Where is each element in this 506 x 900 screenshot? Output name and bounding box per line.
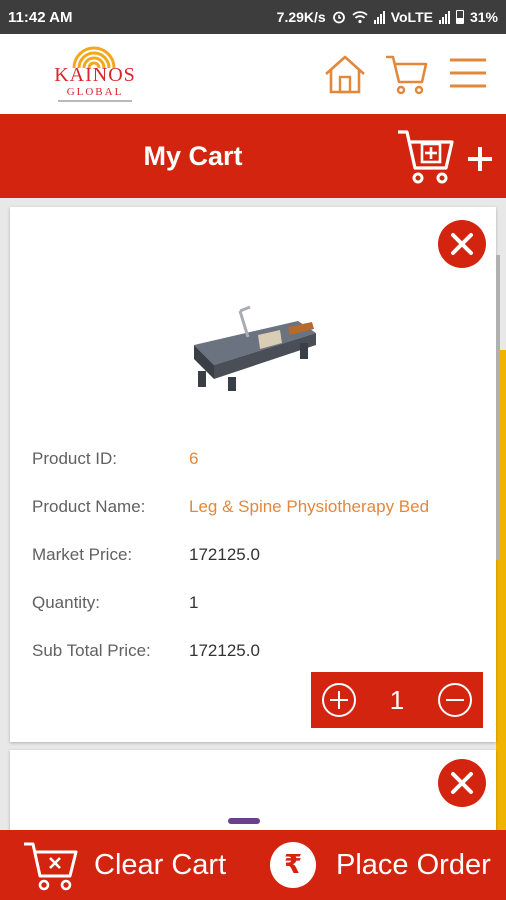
detail-row-product-name: Product Name: Leg & Spine Physiotherapy … <box>32 495 492 543</box>
product-details: Product ID: 6 Product Name: Leg & Spine … <box>32 447 492 687</box>
close-icon <box>451 772 473 794</box>
place-order-label: Place Order <box>336 848 491 881</box>
battery-level: 31% <box>469 9 498 25</box>
scrollbar-thumb[interactable] <box>496 255 500 560</box>
cart-item-card: Product ID: 6 Product Name: Leg & Spine … <box>10 207 496 742</box>
logo-tagline-mark <box>58 100 132 102</box>
network-speed: 7.29K/s <box>276 9 326 25</box>
decrease-quantity-button[interactable] <box>427 672 483 728</box>
plus-icon[interactable] <box>466 145 494 173</box>
detail-value: 6 <box>189 449 199 468</box>
cart-title-bar: My Cart <box>0 114 506 198</box>
product-image-partial <box>228 818 260 824</box>
plus-circle-icon <box>322 683 356 717</box>
place-order-button[interactable]: ₹ Place Order <box>266 830 506 900</box>
detail-value: 172125.0 <box>189 641 260 660</box>
detail-row-quantity: Quantity: 1 <box>32 591 492 639</box>
home-icon[interactable] <box>322 52 368 96</box>
logo-sub-text: GLOBAL <box>66 86 124 98</box>
remove-item-button-2[interactable] <box>438 759 486 807</box>
detail-value: 172125.0 <box>189 545 260 564</box>
status-time: 11:42 AM <box>8 8 73 26</box>
clear-cart-label: Clear Cart <box>94 848 227 881</box>
kainos-logo[interactable]: KAINOS GLOBAL <box>50 42 140 108</box>
rupee-icon: ₹ <box>270 842 316 888</box>
cart-icon[interactable] <box>384 52 430 96</box>
clear-cart-button[interactable]: Clear Cart <box>14 830 244 900</box>
signal-icon <box>373 10 385 24</box>
quantity-stepper: 1 <box>311 672 483 728</box>
remove-item-button[interactable] <box>438 220 486 268</box>
add-to-cart-icon[interactable] <box>396 126 456 188</box>
alarm-icon <box>332 11 345 24</box>
detail-row-product-id: Product ID: 6 <box>32 447 492 495</box>
status-bar: 11:42 AM 7.29K/s VoLTE 31% <box>0 0 506 34</box>
minus-circle-icon <box>438 683 472 717</box>
detail-label: Product ID: <box>32 449 118 468</box>
logo-brand-text: KAINOS <box>54 64 136 86</box>
top-app-bar: KAINOS GLOBAL <box>0 34 506 114</box>
increase-quantity-button[interactable] <box>311 672 367 728</box>
battery-icon <box>455 10 464 24</box>
signal-icon-2 <box>438 10 450 24</box>
detail-value: Leg & Spine Physiotherapy Bed <box>189 497 430 516</box>
clear-cart-icon <box>24 842 78 891</box>
bottom-action-bar: Clear Cart ₹ Place Order <box>0 830 506 900</box>
detail-label: Product Name: <box>32 497 146 516</box>
close-icon <box>451 233 473 255</box>
detail-value: 1 <box>189 593 199 612</box>
detail-label: Quantity: <box>32 593 101 612</box>
page-title: My Cart <box>143 140 243 171</box>
detail-label: Market Price: <box>32 545 133 564</box>
status-right: 7.29K/s VoLTE 31% <box>277 9 498 25</box>
detail-row-market-price: Market Price: 172125.0 <box>32 543 492 591</box>
hamburger-menu-icon[interactable] <box>446 52 492 96</box>
product-image <box>194 305 316 391</box>
wifi-icon <box>352 11 368 24</box>
detail-label: Sub Total Price: <box>32 641 151 660</box>
network-type: VoLTE <box>390 9 433 25</box>
quantity-value: 1 <box>389 684 405 715</box>
